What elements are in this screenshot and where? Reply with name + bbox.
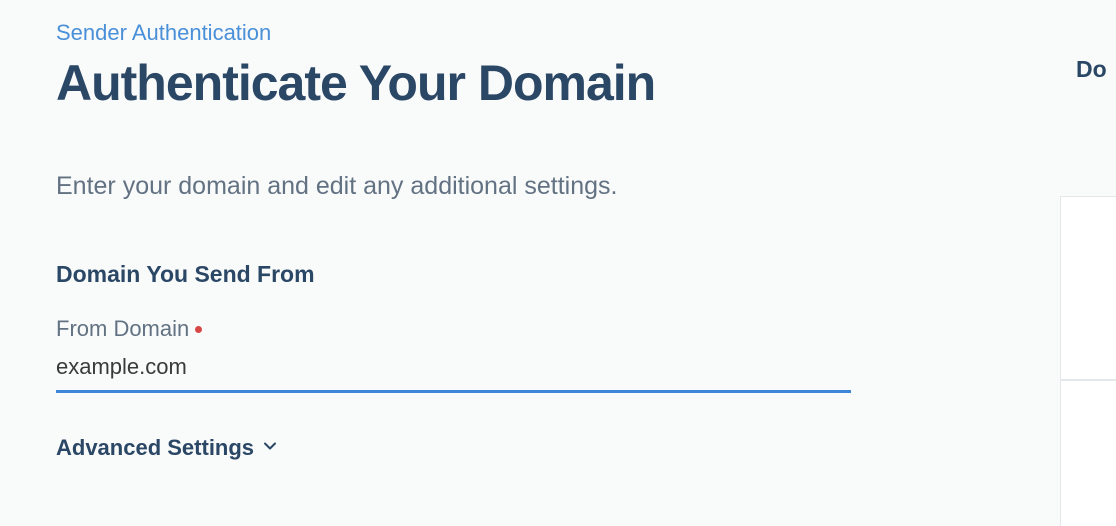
advanced-settings-toggle[interactable]: Advanced Settings	[56, 435, 1060, 461]
breadcrumb-link[interactable]: Sender Authentication	[56, 20, 271, 46]
side-heading-fragment: Do	[1076, 56, 1116, 83]
advanced-settings-label: Advanced Settings	[56, 435, 254, 461]
side-card	[1060, 196, 1116, 380]
page-title: Authenticate Your Domain	[56, 54, 1060, 112]
chevron-down-icon	[262, 438, 278, 459]
page-subtitle: Enter your domain and edit any additiona…	[56, 172, 1060, 201]
side-card-2	[1060, 380, 1116, 526]
from-domain-label: From Domain	[56, 316, 189, 342]
from-domain-input[interactable]	[56, 350, 851, 393]
section-title: Domain You Send From	[56, 261, 1060, 288]
required-indicator-icon	[195, 326, 202, 333]
